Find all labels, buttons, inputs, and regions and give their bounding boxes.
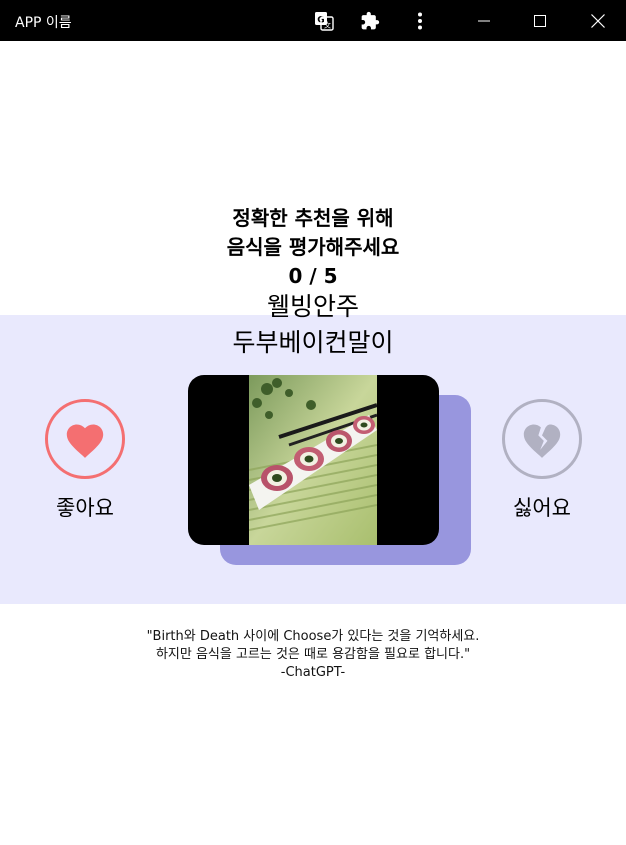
food-card[interactable]	[188, 375, 439, 545]
maximize-icon[interactable]	[526, 0, 554, 41]
quote-author: -ChatGPT-	[280, 665, 346, 680]
minimize-icon[interactable]	[470, 0, 498, 41]
instruction-line-2: 음식을 평가해주세요	[226, 235, 400, 259]
dislike-label: 싫어요	[513, 496, 571, 520]
title-bar: APP 이름 G 文	[0, 0, 626, 41]
translate-icon[interactable]: G 文	[313, 0, 335, 41]
dislike-button[interactable]	[502, 399, 582, 479]
broken-heart-icon	[523, 424, 561, 458]
quote-line-1: "Birth와 Death 사이에 Choose가 있다는 것을 기억하세요.	[146, 629, 480, 644]
food-category: 웰빙안주	[266, 292, 359, 321]
like-button[interactable]	[45, 399, 125, 479]
app-title: APP 이름	[15, 15, 72, 31]
extension-icon[interactable]	[359, 0, 381, 41]
more-vert-icon[interactable]	[409, 0, 431, 41]
food-photo	[249, 375, 377, 545]
like-label: 좋아요	[56, 496, 114, 520]
quote-line-2: 하지만 음식을 고르는 것은 때로 용감함을 필요로 합니다."	[155, 647, 471, 662]
svg-text:文: 文	[324, 20, 331, 29]
quote-block: "Birth와 Death 사이에 Choose가 있다는 것을 기억하세요. …	[0, 628, 626, 682]
heart-icon	[66, 424, 104, 458]
close-icon[interactable]	[584, 0, 612, 41]
food-name: 두부베이컨말이	[232, 328, 394, 357]
instruction-line-1: 정확한 추천을 위해	[232, 206, 394, 230]
progress-counter: 0 / 5	[288, 264, 338, 288]
